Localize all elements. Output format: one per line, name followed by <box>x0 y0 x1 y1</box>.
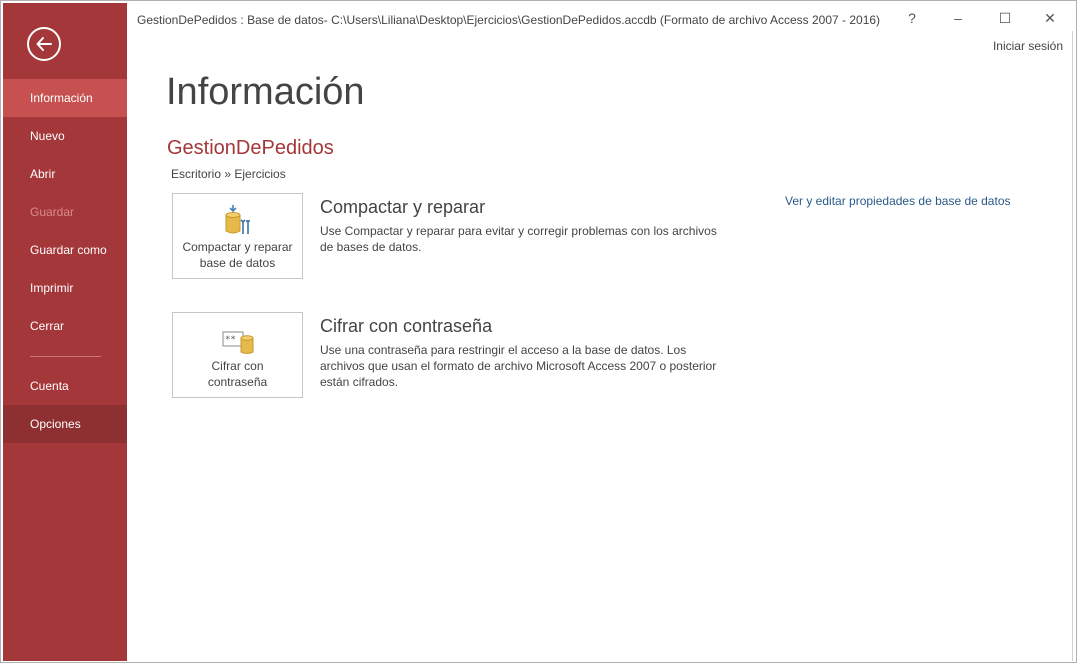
nav-item-nuevo[interactable]: Nuevo <box>3 117 127 155</box>
access-window: Información Nuevo Abrir Guardar Guardar … <box>0 0 1077 663</box>
window-right-border <box>1072 31 1073 661</box>
encrypt-password-database-icon: ** <box>222 331 253 354</box>
nav-divider <box>3 345 127 367</box>
signin-link[interactable]: Iniciar sesión <box>993 39 1063 53</box>
nav-item-guardar-como[interactable]: Guardar como <box>3 231 127 269</box>
maximize-button[interactable]: ☐ <box>988 7 1022 29</box>
nav-item-informacion[interactable]: Información <box>3 79 127 117</box>
backstage-sidebar: Información Nuevo Abrir Guardar Guardar … <box>3 3 127 661</box>
compact-repair-title: Compactar y reparar <box>320 197 486 217</box>
help-button[interactable]: ? <box>895 7 929 29</box>
close-button[interactable]: ✕ <box>1033 7 1067 29</box>
back-button[interactable] <box>27 27 61 61</box>
back-arrow-icon <box>36 37 52 51</box>
database-properties-link[interactable]: Ver y editar propiedades de base de dato… <box>785 194 1011 208</box>
backstage-nav: Información Nuevo Abrir Guardar Guardar … <box>3 79 127 443</box>
compact-repair-button[interactable]: Compactar y reparar base de datos <box>172 193 303 279</box>
database-name: GestionDePedidos <box>167 137 334 159</box>
nav-item-imprimir[interactable]: Imprimir <box>3 269 127 307</box>
encrypt-password-description: Use una contraseña para restringir el ac… <box>320 343 717 389</box>
compact-repair-button-label: Compactar y reparar base de datos <box>182 240 293 270</box>
window-title: GestionDePedidos : Base de datos- C:\Use… <box>137 13 882 27</box>
encrypt-password-button[interactable]: ** Cifrar con contraseña <box>172 312 303 398</box>
nav-item-cerrar[interactable]: Cerrar <box>3 307 127 345</box>
breadcrumb: Escritorio » Ejercicios <box>171 167 286 181</box>
encrypt-password-button-label: Cifrar con contraseña <box>207 359 268 389</box>
svg-text:**: ** <box>225 335 236 345</box>
compact-repair-database-icon <box>225 205 250 234</box>
compact-repair-description: Use Compactar y reparar para evitar y co… <box>320 224 717 254</box>
nav-item-abrir[interactable]: Abrir <box>3 155 127 193</box>
encrypt-password-title: Cifrar con contraseña <box>320 316 493 336</box>
nav-item-opciones[interactable]: Opciones <box>3 405 127 443</box>
nav-item-guardar: Guardar <box>30 205 75 219</box>
minimize-button[interactable]: – <box>941 7 975 29</box>
page-title: Información <box>166 71 365 113</box>
nav-item-cuenta[interactable]: Cuenta <box>3 367 127 405</box>
